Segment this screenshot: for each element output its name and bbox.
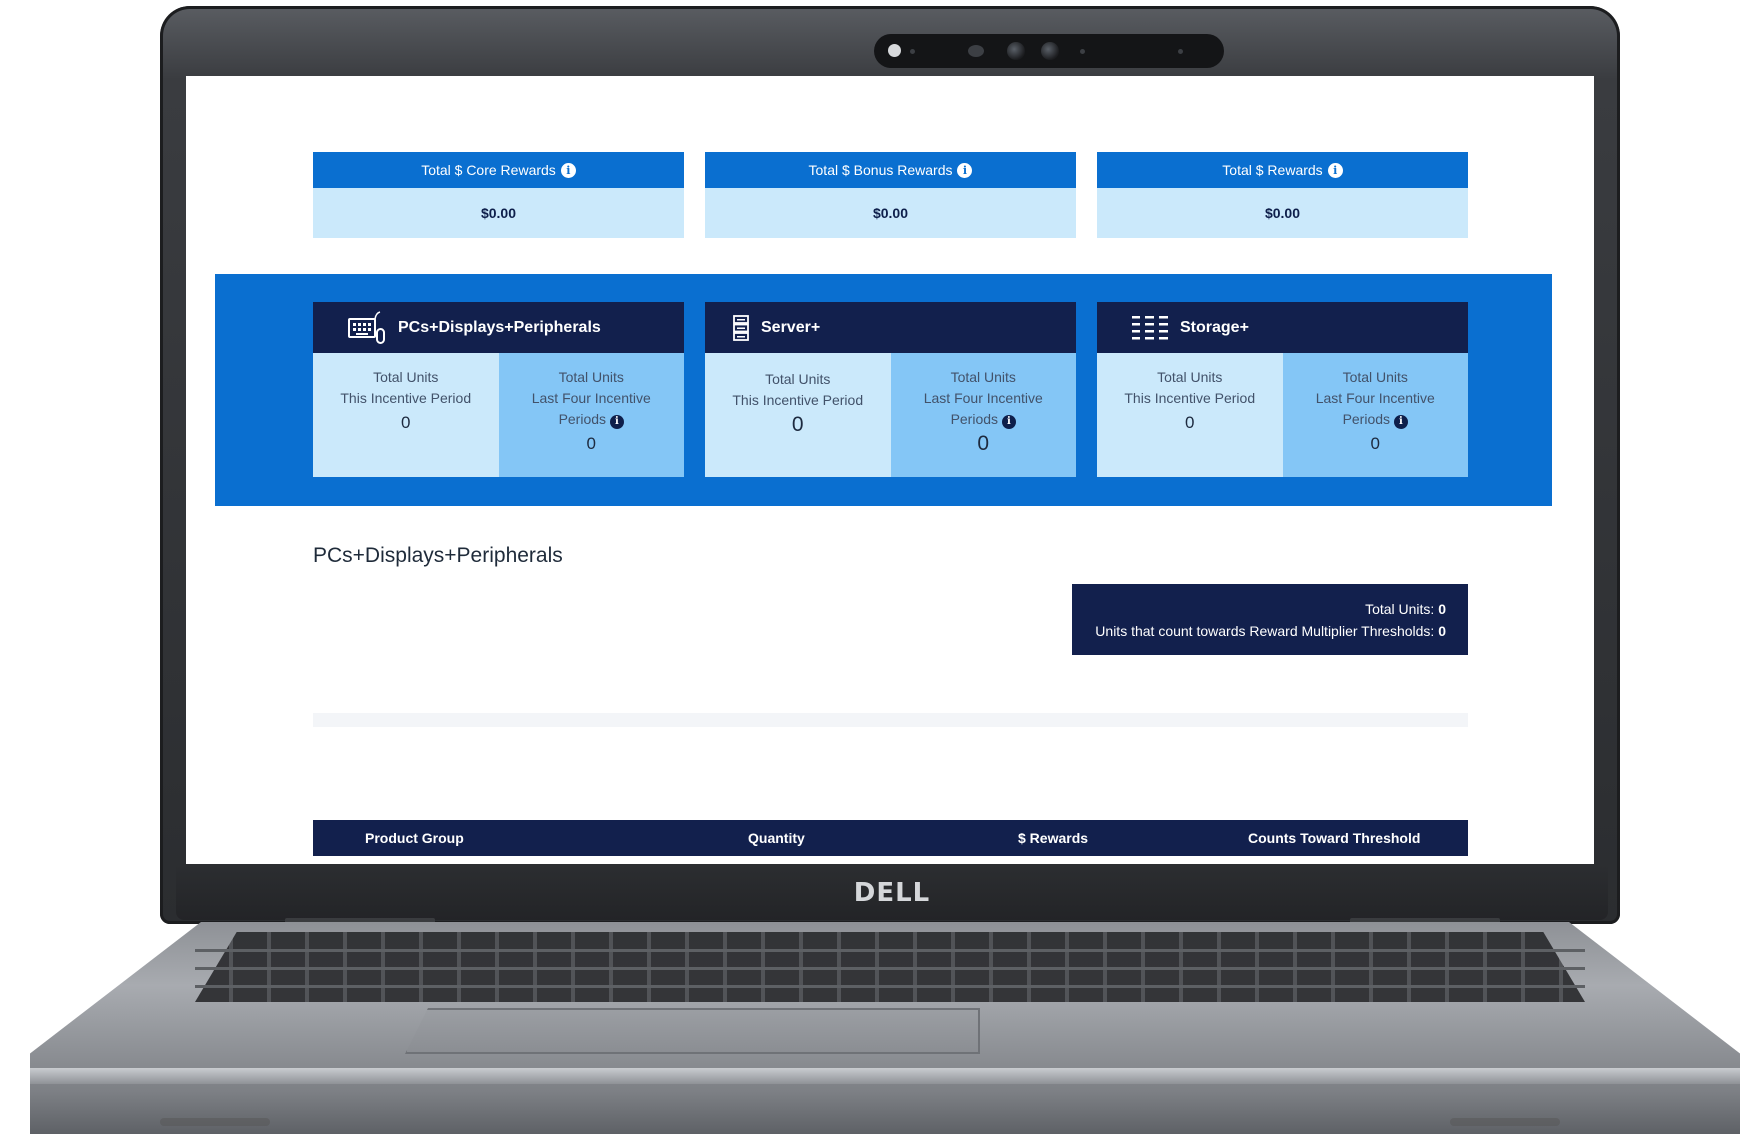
period-units-label: This Incentive Period (732, 392, 864, 408)
four-period-units-cell: Total Units Last Four Incentive Periods … (890, 353, 1076, 477)
period-units-label: This Incentive Period (1124, 390, 1256, 406)
four-period-units-value: 0 (1370, 434, 1380, 453)
key-row-divider (195, 985, 1585, 988)
bonus-rewards-value: $0.00 (705, 188, 1076, 238)
four-period-units-label: Periods (950, 411, 999, 427)
four-period-units-value: 0 (586, 434, 596, 453)
period-units-value: 0 (1185, 413, 1195, 432)
laptop-deck (30, 922, 1740, 1134)
category-header: PCs+Displays+Peripherals (313, 302, 684, 353)
laptop-bezel-chin: DELL (176, 864, 1608, 920)
category-title: PCs+Displays+Peripherals (398, 318, 601, 336)
bonus-rewards-card: Total $ Bonus Rewards i $0.00 (705, 152, 1076, 238)
laptop-screen: Total $ Core Rewards i $0.00 Total $ Bon… (186, 76, 1594, 864)
rubber-foot (160, 1118, 270, 1126)
period-units-value: 0 (791, 413, 804, 436)
period-units-value: 0 (401, 413, 411, 432)
camera-led-icon (910, 49, 915, 54)
total-rewards-header: Total $ Rewards i (1097, 152, 1468, 188)
four-period-units-cell: Total Units Last Four Incentive Periods … (498, 353, 684, 477)
four-period-units-label: Last Four Incentive (923, 390, 1043, 406)
four-period-units-label: Last Four Incentive (531, 390, 651, 406)
info-icon[interactable]: i (1393, 415, 1408, 429)
total-units-label: Total Units: (1365, 601, 1435, 617)
four-period-units-label: Total Units (950, 369, 1016, 385)
category-title: Storage+ (1180, 318, 1249, 336)
four-period-units-label: Last Four Incentive (1315, 390, 1435, 406)
camera-lens-icon (1007, 42, 1025, 60)
column-header-counts-toward-threshold[interactable]: Counts Toward Threshold (1248, 830, 1420, 846)
key-row-divider (195, 967, 1585, 970)
camera-lens-icon (1041, 42, 1059, 60)
column-header-rewards[interactable]: $ Rewards (1018, 830, 1088, 846)
divider-strip (313, 713, 1468, 727)
info-icon[interactable]: i (1001, 415, 1016, 429)
period-units-label: Total Units (765, 371, 831, 387)
period-units-cell: Total Units This Incentive Period 0 (1097, 353, 1283, 477)
dell-logo: DELL (853, 878, 931, 908)
totals-summary-box: Total Units: 0 Units that count towards … (1072, 584, 1468, 655)
camera-led-icon (1178, 49, 1183, 54)
camera-sensor-icon (968, 45, 984, 57)
bonus-rewards-label: Total $ Bonus Rewards (808, 162, 953, 178)
section-title: PCs+Displays+Peripherals (313, 544, 563, 567)
category-header: Server+ (705, 302, 1076, 353)
period-units-label: Total Units (373, 369, 439, 385)
category-card-storage[interactable]: Storage+ Total Units This Incentive Peri… (1097, 302, 1468, 477)
keyboard-mouse-icon (348, 310, 385, 344)
period-units-cell: Total Units This Incentive Period 0 (705, 353, 891, 477)
info-icon[interactable]: i (609, 415, 624, 429)
key-row-divider (195, 949, 1585, 952)
trackpad (405, 1008, 980, 1054)
core-rewards-value: $0.00 (313, 188, 684, 238)
four-period-units-label: Periods (1342, 411, 1391, 427)
category-stats: Total Units This Incentive Period 0 Tota… (705, 353, 1076, 477)
info-icon[interactable]: i (560, 162, 576, 178)
bonus-rewards-header: Total $ Bonus Rewards i (705, 152, 1076, 188)
info-icon[interactable]: i (957, 162, 973, 178)
server-icon (733, 314, 749, 341)
core-rewards-header: Total $ Core Rewards i (313, 152, 684, 188)
storage-array-icon (1132, 315, 1168, 339)
period-units-cell: Total Units This Incentive Period 0 (313, 353, 499, 477)
category-stats: Total Units This Incentive Period 0 Tota… (313, 353, 684, 477)
table-header: Product Group Quantity $ Rewards Counts … (313, 820, 1468, 856)
threshold-units-label: Units that count towards Reward Multipli… (1095, 623, 1435, 639)
period-units-label: Total Units (1157, 369, 1223, 385)
category-card-server[interactable]: Server+ Total Units This Incentive Perio… (705, 302, 1076, 477)
camera-sensor-icon (888, 44, 901, 57)
category-card-pcs[interactable]: PCs+Displays+Peripherals Total Units Thi… (313, 302, 684, 477)
info-icon[interactable]: i (1327, 162, 1343, 178)
period-units-label: This Incentive Period (340, 390, 472, 406)
total-rewards-value: $0.00 (1097, 188, 1468, 238)
total-rewards-card: Total $ Rewards i $0.00 (1097, 152, 1468, 238)
four-period-units-cell: Total Units Last Four Incentive Periods … (1282, 353, 1468, 477)
rubber-foot (1450, 1118, 1560, 1126)
stage: Total $ Core Rewards i $0.00 Total $ Bon… (0, 0, 1740, 1134)
four-period-units-label: Periods (558, 411, 607, 427)
four-period-units-label: Total Units (1342, 369, 1408, 385)
column-header-quantity[interactable]: Quantity (748, 830, 805, 846)
deck-edge (30, 1068, 1740, 1084)
core-rewards-label: Total $ Core Rewards (421, 162, 556, 178)
camera-led-icon (1080, 49, 1085, 54)
category-stats: Total Units This Incentive Period 0 Tota… (1097, 353, 1468, 477)
four-period-units-value: 0 (977, 432, 990, 455)
core-rewards-card: Total $ Core Rewards i $0.00 (313, 152, 684, 238)
category-header: Storage+ (1097, 302, 1468, 353)
total-rewards-label: Total $ Rewards (1222, 162, 1323, 178)
threshold-units-value: 0 (1438, 623, 1446, 639)
total-units-value: 0 (1438, 601, 1446, 617)
category-title: Server+ (761, 318, 821, 336)
four-period-units-label: Total Units (558, 369, 624, 385)
column-header-product-group[interactable]: Product Group (365, 830, 464, 846)
webcam-bar (874, 34, 1224, 68)
